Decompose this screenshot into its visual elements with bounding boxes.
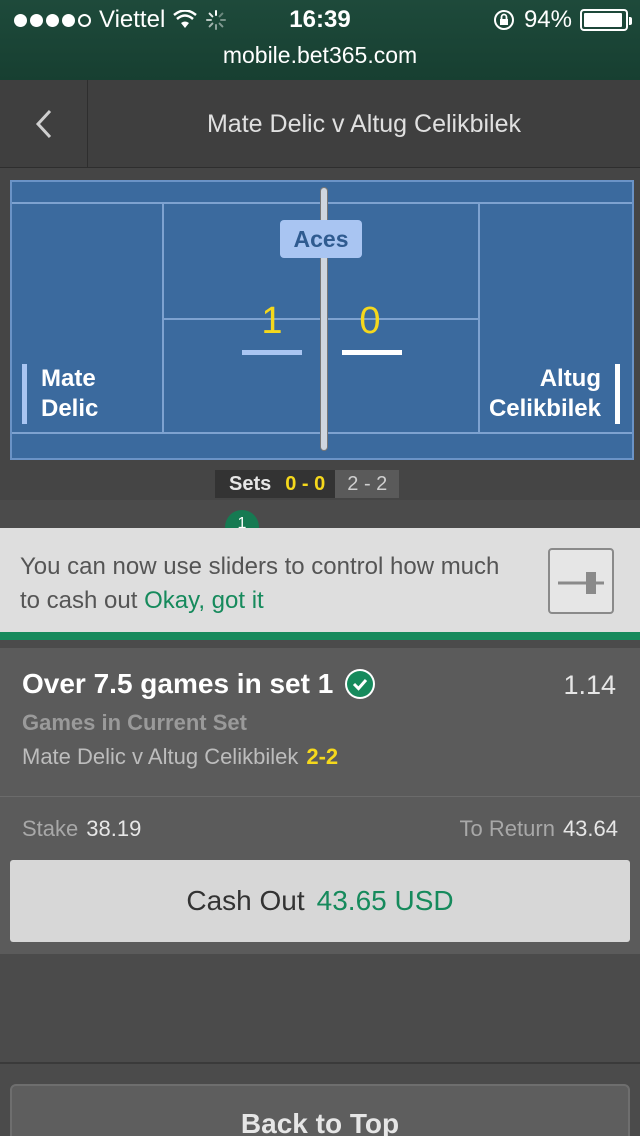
chevron-left-icon	[35, 109, 51, 139]
battery-icon	[580, 9, 632, 31]
player2-name: Altug Celikbilek	[489, 364, 620, 424]
stake: Stake 38.19	[22, 816, 142, 841]
divider	[0, 796, 640, 797]
bet-odds: 1.14	[563, 670, 616, 700]
cash-out-amount: 43.65 USD	[316, 885, 454, 916]
bottom-area: Back to Top	[0, 954, 640, 1136]
bet-fixture: Mate Delic v Altug Celikbilek 2-2	[22, 744, 339, 769]
sets-score: 0 - 0	[283, 470, 336, 498]
player1-stat: 1	[261, 300, 283, 342]
back-button[interactable]	[0, 80, 88, 168]
status-bar: Viettel 16:39 94%	[0, 0, 640, 40]
check-circle-icon	[345, 669, 376, 699]
cash-out-button[interactable]: Cash Out 43.65 USD	[10, 860, 630, 942]
okay-got-it-link[interactable]: Okay, got it	[144, 587, 264, 614]
player1-name: Mate Delic	[22, 364, 98, 424]
bet-market: Games in Current Set	[22, 710, 247, 735]
player2-stat-underline	[342, 350, 402, 355]
stat-label[interactable]: Aces	[280, 220, 362, 258]
sets-scoreboard: Sets 0 - 0 2 - 2	[215, 470, 400, 498]
bet-card: Over 7.5 games in set 1 1.14 Games in Cu…	[0, 648, 640, 954]
bet-selection: Over 7.5 games in set 1	[22, 668, 376, 700]
back-to-top-button[interactable]: Back to Top	[10, 1084, 630, 1136]
rotation-lock-icon	[493, 10, 514, 30]
divider	[0, 1062, 640, 1064]
page: Viettel 16:39 94% mobile.bet365.com Mate…	[0, 0, 640, 1136]
slider-icon	[548, 548, 614, 614]
notice-text: You can now use sliders to control how m…	[20, 553, 500, 614]
url-bar[interactable]: mobile.bet365.com	[0, 42, 640, 69]
player2-stat: 0	[359, 300, 381, 342]
tennis-court: Aces 1 0 Mate Delic Altug Celikbilek	[10, 180, 634, 460]
match-visualisation: Aces 1 0 Mate Delic Altug Celikbilek Set…	[0, 168, 640, 500]
slider-notice-banner: You can now use sliders to control how m…	[0, 528, 640, 640]
stake-value: 38.19	[86, 816, 142, 841]
return-value: 43.64	[562, 816, 618, 841]
fixture-score: 2-2	[306, 744, 339, 769]
player1-stat-underline	[242, 350, 302, 355]
page-header: Mate Delic v Altug Celikbilek	[0, 80, 640, 168]
page-title: Mate Delic v Altug Celikbilek	[206, 110, 521, 138]
browser-topbar: Viettel 16:39 94% mobile.bet365.com	[0, 0, 640, 80]
status-right: 94%	[492, 6, 632, 34]
games-score: 2 - 2	[335, 470, 400, 498]
battery-percent: 94%	[523, 6, 572, 33]
sets-label: Sets	[215, 470, 284, 498]
to-return: To Return 43.64	[459, 816, 618, 841]
